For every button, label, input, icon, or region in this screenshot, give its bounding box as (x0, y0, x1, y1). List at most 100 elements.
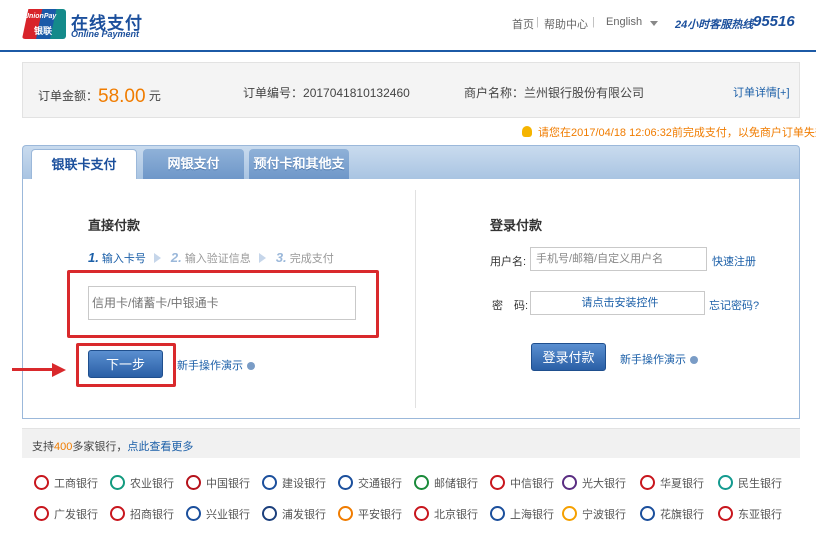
bank-item[interactable]: 北京银行 (414, 506, 478, 522)
username-label: 用户名: (490, 256, 527, 268)
bank-item[interactable]: 工商银行 (34, 475, 98, 491)
hotline-label: 24小时客服热线 (675, 19, 754, 31)
red-arrow-head-icon (52, 363, 66, 377)
bank-item[interactable]: 邮储银行 (414, 475, 478, 491)
password-plugin-input[interactable]: 请点击安装控件 (530, 291, 705, 315)
bank-item[interactable]: 广发银行 (34, 506, 98, 522)
order-detail-link[interactable]: 订单详情[+] (733, 84, 790, 100)
bocom-icon (338, 475, 353, 490)
bank-item[interactable]: 上海银行 (490, 506, 554, 522)
header: UnionPay 银联 在线支付 Online Payment 首页 | 帮助中… (0, 0, 816, 50)
bank-name: 中国银行 (206, 478, 250, 490)
bank-name: 上海银行 (510, 509, 554, 521)
nav-help-link[interactable]: 帮助中心 (544, 16, 588, 32)
bank-item[interactable]: 交通银行 (338, 475, 402, 491)
arrow-right-icon (153, 253, 161, 263)
highlight-box-next-button (76, 343, 176, 387)
bank-name: 东亚银行 (738, 509, 782, 521)
hotline-number: 95516 (753, 13, 795, 30)
amount-value: 58.00 (98, 86, 146, 107)
bank-name: 招商银行 (130, 509, 174, 521)
cmb-icon (110, 506, 125, 521)
unionpay-logo: UnionPay 银联 (22, 9, 66, 39)
step-1-label: 输入卡号 (101, 253, 146, 265)
bank-item[interactable]: 宁波银行 (562, 506, 626, 522)
username-input[interactable]: 手机号/邮箱/自定义用户名 (530, 247, 707, 271)
bank-name: 民生银行 (738, 478, 782, 490)
password-label: 密 码: (492, 300, 529, 312)
tab-unionpay-card[interactable]: 银联卡支付 (31, 149, 137, 180)
bank-name: 花旗银行 (660, 509, 704, 521)
banks-summary: 支持400多家银行，点此查看更多 (32, 441, 194, 453)
bea-icon (718, 506, 733, 521)
ceb-icon (562, 475, 577, 490)
bank-item[interactable]: 光大银行 (562, 475, 626, 491)
bank-item[interactable]: 中国银行 (186, 475, 250, 491)
chevron-down-icon[interactable] (650, 21, 658, 26)
psbc-icon (414, 475, 429, 490)
bank-name: 平安银行 (358, 509, 402, 521)
register-link[interactable]: 快速注册 (712, 253, 756, 269)
header-divider (0, 50, 816, 52)
login-demo-link[interactable]: 新手操作演示 (620, 351, 698, 367)
bank-item[interactable]: 农业银行 (110, 475, 174, 491)
play-icon (690, 356, 698, 364)
brand-subtitle: Online Payment (71, 29, 140, 39)
payment-tabs: 银联卡支付 网银支付 预付卡和其他支付 (22, 145, 800, 201)
bank-item[interactable]: 浦发银行 (262, 506, 326, 522)
bank-name: 邮储银行 (434, 478, 478, 490)
nbcb-icon (562, 506, 577, 521)
timeout-notice: 请您在2017/04/18 12:06:32前完成支付，以免商户订单失效 (522, 124, 816, 140)
forgot-password-link[interactable]: 忘记密码? (709, 297, 759, 313)
bank-name: 华夏银行 (660, 478, 704, 490)
pab-icon (338, 506, 353, 521)
bank-item[interactable]: 民生银行 (718, 475, 782, 491)
nav-home-link[interactable]: 首页 (512, 16, 534, 32)
bank-name: 光大银行 (582, 478, 626, 490)
bank-name: 北京银行 (434, 509, 478, 521)
icbc-icon (34, 475, 49, 490)
step-2-label: 输入验证信息 (184, 253, 251, 265)
bank-item[interactable]: 华夏银行 (640, 475, 704, 491)
cib-icon (186, 506, 201, 521)
login-pay-button[interactable]: 登录付款 (531, 343, 606, 371)
direct-demo-link[interactable]: 新手操作演示 (177, 357, 255, 373)
order-amount: 订单金额：58.00 元 (38, 86, 161, 107)
supported-banks-bar: 支持400多家银行，点此查看更多 (22, 428, 800, 458)
boc-icon (186, 475, 201, 490)
bank-name: 交通银行 (358, 478, 402, 490)
citic-icon (490, 475, 505, 490)
arrow-right-icon (258, 253, 266, 263)
bank-name: 建设银行 (282, 478, 326, 490)
cgb-icon (34, 506, 49, 521)
order-number: 订单编号：2017041810132460 (243, 86, 410, 100)
login-pay-title: 登录付款 (490, 218, 543, 233)
bank-item[interactable]: 招商银行 (110, 506, 174, 522)
order-summary: 订单金额：58.00 元 订单编号：2017041810132460 商户名称：… (22, 62, 800, 118)
play-icon (247, 362, 255, 370)
bank-name: 中信银行 (510, 478, 554, 490)
abc-icon (110, 475, 125, 490)
more-banks-link[interactable]: 点此查看更多 (127, 441, 193, 453)
panel-divider (415, 190, 416, 408)
red-arrow-icon (12, 368, 54, 371)
bank-name: 宁波银行 (582, 509, 626, 521)
tab-prepaid-other[interactable]: 预付卡和其他支付 (249, 149, 349, 201)
bank-item[interactable]: 中信银行 (490, 475, 554, 491)
citi-icon (640, 506, 655, 521)
bank-item[interactable]: 东亚银行 (718, 506, 782, 522)
language-select[interactable]: English (606, 16, 642, 28)
ccb-icon (262, 475, 277, 490)
bank-item[interactable]: 平安银行 (338, 506, 402, 522)
bank-name: 浦发银行 (282, 509, 326, 521)
nav-separator: | (536, 16, 539, 28)
bank-item[interactable]: 建设银行 (262, 475, 326, 491)
tab-online-banking[interactable]: 网银支付 (143, 149, 244, 180)
step-indicator: 1. 输入卡号 2. 输入验证信息 3. 完成支付 (88, 250, 334, 265)
bank-item[interactable]: 花旗银行 (640, 506, 704, 522)
lightbulb-icon (522, 126, 532, 137)
payment-page: UnionPay 银联 在线支付 Online Payment 首页 | 帮助中… (0, 0, 816, 539)
bos-icon (490, 506, 505, 521)
bank-item[interactable]: 兴业银行 (186, 506, 250, 522)
hxb-icon (640, 475, 655, 490)
